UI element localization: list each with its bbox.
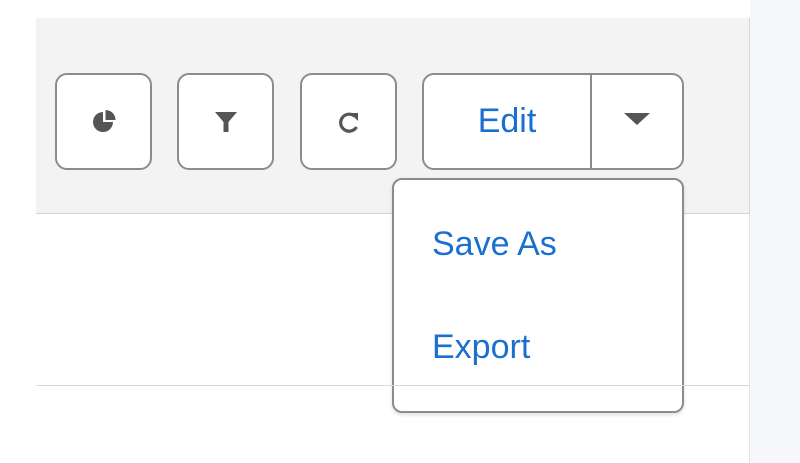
app-page: Edit Save As Export xyxy=(0,0,800,463)
pie-chart-icon xyxy=(91,109,117,135)
edit-button[interactable]: Edit xyxy=(424,75,590,168)
menu-item-export[interactable]: Export xyxy=(432,328,530,367)
content-divider xyxy=(36,385,750,386)
edit-dropdown-toggle[interactable] xyxy=(592,75,682,168)
filter-icon xyxy=(212,108,240,136)
chart-button[interactable] xyxy=(55,73,152,170)
right-side-panel xyxy=(750,0,800,463)
caret-down-icon xyxy=(622,111,652,132)
refresh-button[interactable] xyxy=(300,73,397,170)
menu-item-save-as[interactable]: Save As xyxy=(432,225,557,264)
top-strip xyxy=(0,0,800,18)
edit-dropdown-menu: Save As Export xyxy=(392,178,684,413)
refresh-icon xyxy=(334,107,364,137)
edit-button-group: Edit xyxy=(422,73,684,170)
filter-button[interactable] xyxy=(177,73,274,170)
